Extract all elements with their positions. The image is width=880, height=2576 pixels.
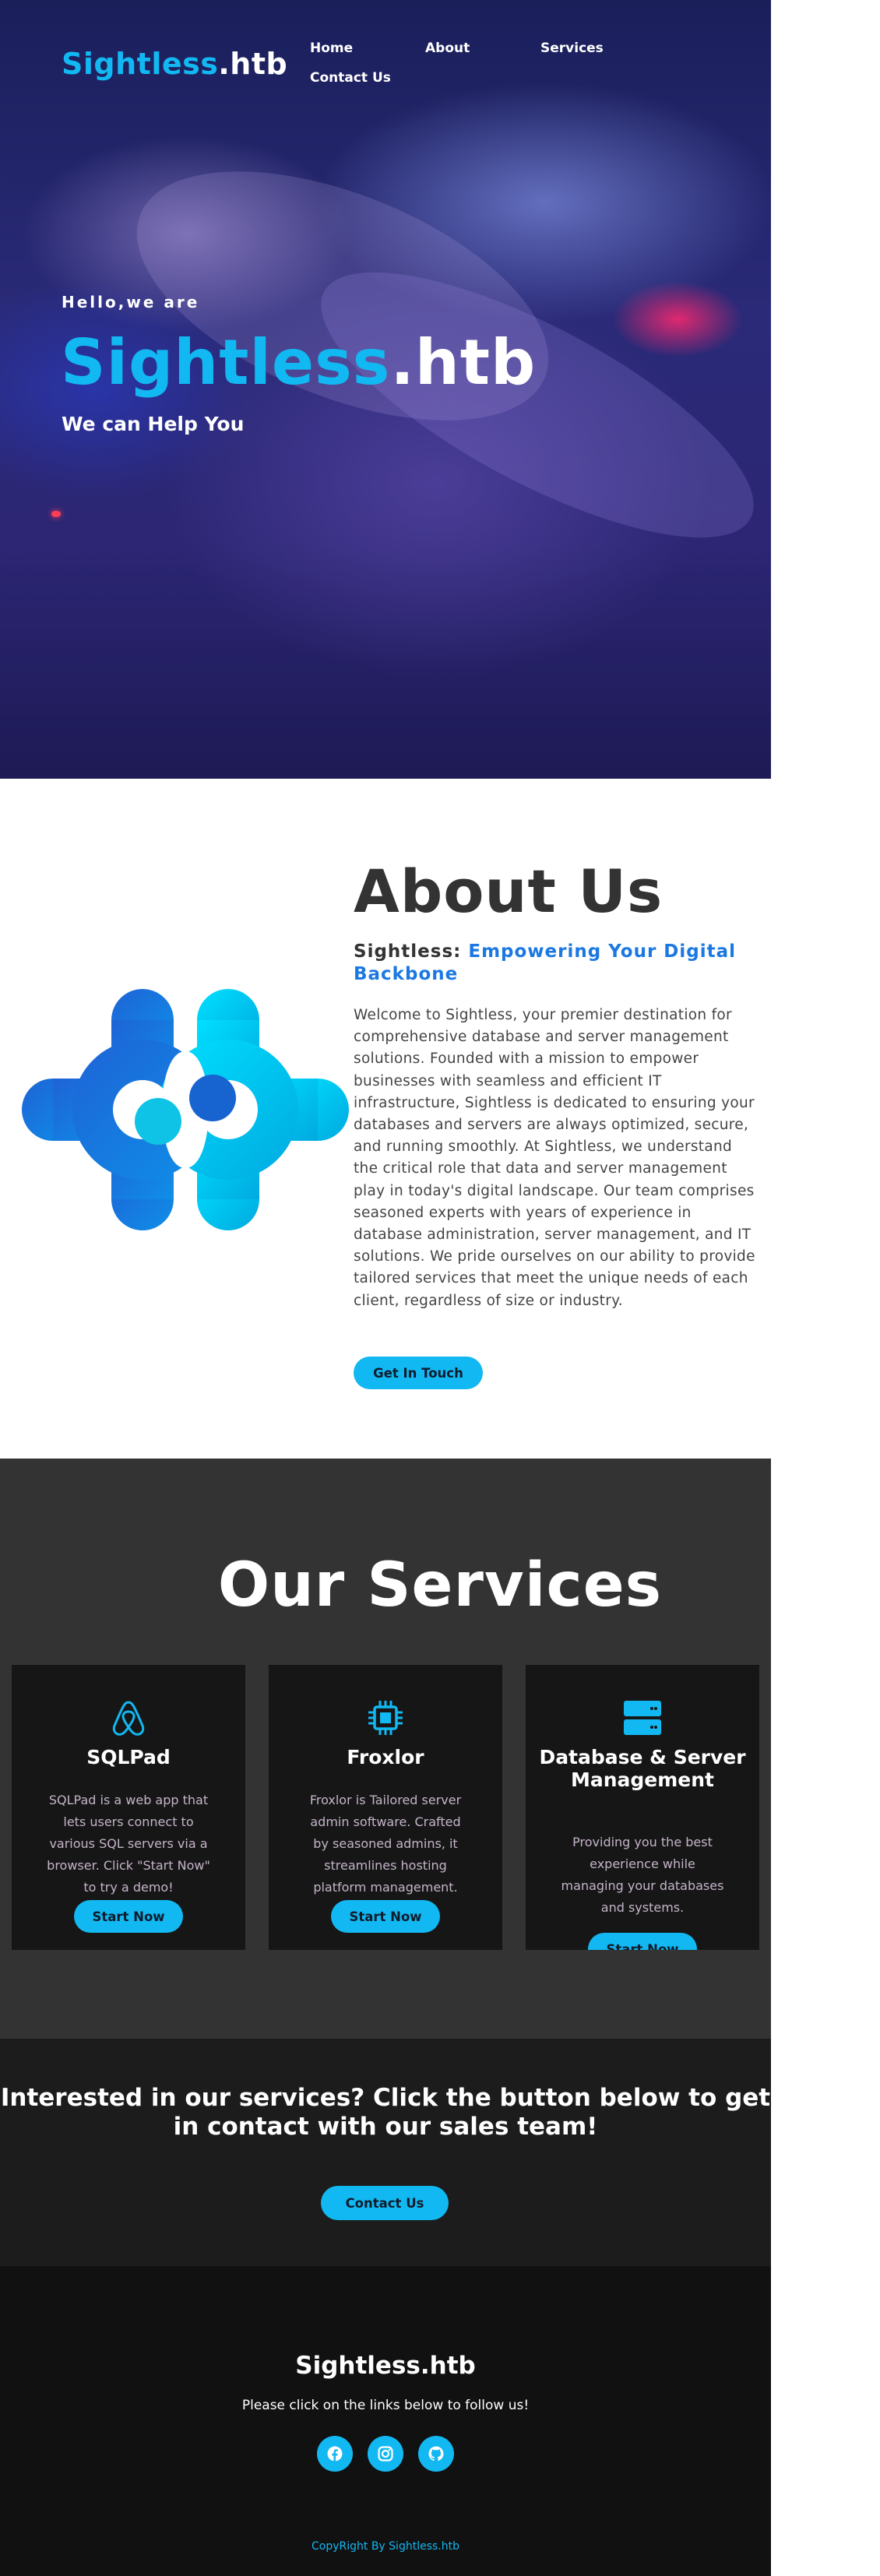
- service-description: Froxlor is Tailored server admin softwar…: [309, 1793, 462, 1895]
- services-section: Our Services SQLPad SQLPad is a web app …: [0, 1459, 771, 2039]
- about-section: About Us Sightless: Empowering Your Digi…: [0, 779, 771, 1459]
- page: Sightless.htb Home About Services Contac…: [0, 0, 771, 2576]
- hero-title: Sightless.htb: [61, 326, 536, 400]
- site-logo[interactable]: Sightless.htb: [62, 47, 287, 81]
- service-description: Providing you the best experience while …: [561, 1835, 724, 1915]
- service-title: SQLPad: [86, 1746, 171, 1768]
- start-now-button[interactable]: Start Now: [74, 1900, 183, 1933]
- github-icon: [428, 2446, 444, 2462]
- service-description: SQLPad is a web app that lets users conn…: [47, 1793, 210, 1895]
- nav-home-link[interactable]: Home: [310, 40, 353, 56]
- cta-section: Interested in our services? Click the bu…: [0, 2039, 771, 2266]
- nav-contact-link[interactable]: Contact Us: [310, 70, 391, 86]
- start-now-button[interactable]: Start Now: [588, 1933, 697, 1950]
- about-description: Welcome to Sightless, your premier desti…: [354, 1007, 755, 1309]
- hero-red-light: [51, 511, 61, 517]
- instagram-link[interactable]: [368, 2436, 403, 2472]
- github-link[interactable]: [418, 2436, 454, 2472]
- sightless-logo-icon: [22, 989, 349, 1230]
- service-title: Froxlor: [347, 1746, 424, 1768]
- cta-text: Interested in our services? Click the bu…: [0, 2084, 771, 2141]
- footer-tagline: Please click on the links below to follo…: [241, 2398, 530, 2413]
- hero-section: Sightless.htb Home About Services Contac…: [0, 0, 771, 779]
- nav-services-link[interactable]: Services: [540, 40, 604, 56]
- hero-greeting: Hello,we are: [62, 293, 200, 311]
- airbnb-icon: [112, 1701, 145, 1736]
- start-now-button[interactable]: Start Now: [331, 1900, 440, 1933]
- about-subtitle-prefix: Sightless:: [354, 941, 462, 962]
- about-subtitle: Sightless: Empowering Your Digital Backb…: [354, 941, 759, 986]
- service-card-sqlpad: SQLPad SQLPad is a web app that lets use…: [12, 1665, 245, 1950]
- cpu-chip-icon: [368, 1701, 403, 1735]
- service-card-database: Database & Server Management Providing y…: [526, 1665, 759, 1950]
- footer-brand: Sightless.htb: [295, 2352, 476, 2380]
- footer: Sightless.htb Please click on the links …: [0, 2266, 771, 2576]
- contact-us-button[interactable]: Contact Us: [321, 2186, 449, 2220]
- hero-title-prefix: Sightless: [61, 326, 391, 399]
- server-icon: [624, 1701, 661, 1735]
- about-title: About Us: [354, 857, 664, 926]
- service-title: Database & Server Management: [539, 1746, 746, 1791]
- brand-suffix: .htb: [218, 47, 288, 81]
- copyright-text: CopyRight By Sightless.htb: [312, 2540, 459, 2553]
- main-nav: Home About Services Contact Us: [310, 40, 621, 95]
- brand-prefix: Sightless: [62, 47, 219, 81]
- hero-title-suffix: .htb: [390, 326, 537, 399]
- get-in-touch-button[interactable]: Get In Touch: [354, 1357, 483, 1389]
- nav-about-link[interactable]: About: [425, 40, 470, 56]
- instagram-icon: [378, 2446, 393, 2462]
- services-title: Our Services: [217, 1550, 663, 1621]
- hero-subtitle: We can Help You: [62, 413, 245, 435]
- facebook-icon: [327, 2446, 343, 2462]
- facebook-link[interactable]: [317, 2436, 353, 2472]
- service-card-froxlor: Froxlor Froxlor is Tailored server admin…: [269, 1665, 502, 1950]
